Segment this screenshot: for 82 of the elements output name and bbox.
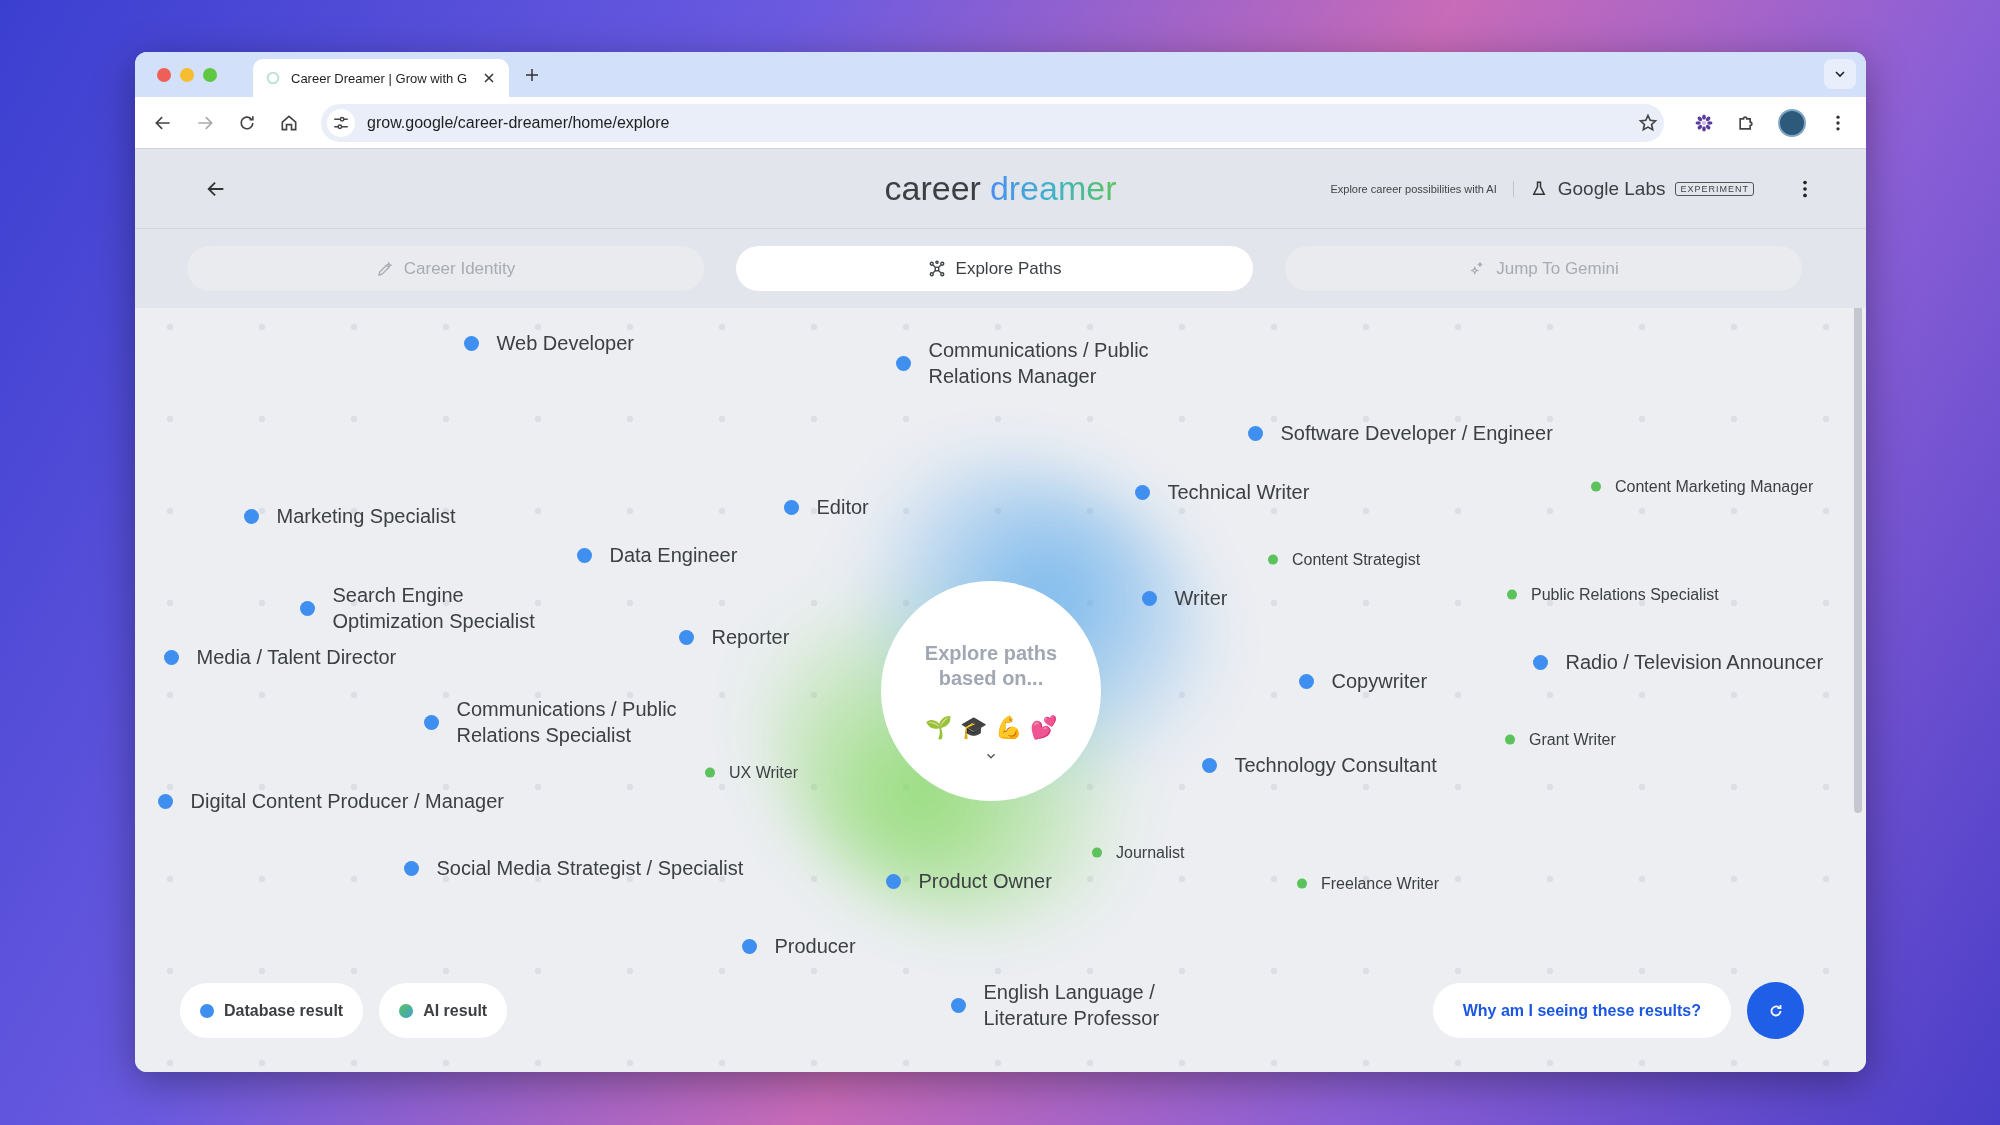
database-dot	[783, 499, 799, 515]
career-path-link[interactable]: Software Developer / Engineer	[1280, 420, 1553, 446]
career-path-link[interactable]: UX Writer	[729, 762, 799, 784]
database-dot	[463, 335, 479, 351]
career-path-link[interactable]: Reporter	[711, 624, 790, 650]
labs-label: Google Labs	[1557, 177, 1666, 200]
logo-text: career	[884, 169, 981, 208]
emoji: 🌱	[925, 715, 952, 741]
ai-dot	[1297, 879, 1307, 889]
database-dot	[299, 600, 315, 616]
career-path-link[interactable]: Data Engineer	[609, 542, 738, 568]
flower-icon[interactable]	[1694, 112, 1714, 133]
ai-dot	[1591, 482, 1601, 492]
avatar[interactable]	[1778, 108, 1806, 137]
ai-dot	[1092, 848, 1102, 858]
career-path-link[interactable]: Freelance Writer	[1321, 873, 1439, 895]
ai-dot	[399, 1003, 414, 1018]
career-path-link[interactable]: Communications / Public Relations Specialist	[456, 696, 697, 748]
tab-icon	[375, 259, 394, 278]
ai-dot	[1268, 555, 1278, 565]
address-bar[interactable]: grow.google/career-dreamer/home/explore	[321, 103, 1664, 142]
career-path-link[interactable]: Writer	[1174, 585, 1228, 611]
tab-search-button[interactable]	[1824, 59, 1856, 89]
ai-dot	[1505, 735, 1515, 745]
legend-label: Database result	[224, 1001, 344, 1020]
loading-circle-icon	[265, 70, 281, 86]
emoji: 💪	[995, 715, 1022, 741]
ai-dot	[1507, 590, 1517, 600]
career-path-link[interactable]: Product Owner	[918, 868, 1052, 894]
database-dot	[423, 714, 439, 730]
database-dot	[1134, 484, 1150, 500]
career-path-link[interactable]: Marketing Specialist	[276, 503, 456, 529]
database-dot	[403, 860, 419, 876]
database-dot	[950, 997, 966, 1013]
database-dot	[576, 547, 592, 563]
tab-title: Career Dreamer | Grow with G	[291, 70, 469, 86]
career-path-link[interactable]: Copywriter	[1331, 668, 1428, 694]
experiment-badge: EXPERIMENT	[1675, 181, 1754, 196]
career-path-link[interactable]: Radio / Television Announcer	[1565, 649, 1824, 675]
emoji: 💕	[1030, 715, 1057, 741]
database-dot	[1532, 654, 1548, 670]
database-dot	[895, 355, 911, 371]
career-path-link[interactable]: Media / Talent Director	[196, 644, 397, 670]
refresh-button[interactable]	[1747, 982, 1804, 1039]
database-dot	[157, 793, 173, 809]
tagline: Explore career possibilities with AI	[1330, 182, 1497, 195]
database-dot	[200, 1003, 214, 1018]
ai-dot	[705, 768, 715, 778]
career-path-link[interactable]: Content Strategist	[1292, 549, 1421, 571]
scrollbar[interactable]	[1854, 308, 1862, 813]
career-path-link[interactable]: Editor	[816, 494, 869, 520]
why-results-button[interactable]: Why am I seeing these results?	[1432, 983, 1731, 1038]
database-dot	[741, 938, 757, 954]
career-path-link[interactable]: Communications / Public Relations Manager	[928, 337, 1169, 389]
career-path-link[interactable]: Grant Writer	[1529, 729, 1616, 751]
url-text: grow.google/career-dreamer/home/explore	[367, 113, 671, 132]
career-path-link[interactable]: Digital Content Producer / Manager	[190, 788, 504, 814]
career-path-link[interactable]: Technical Writer	[1167, 479, 1310, 505]
hub-prompt: Explore paths based on...	[923, 641, 1059, 691]
nav-tab[interactable]: Explore Paths	[736, 246, 1253, 291]
career-path-link[interactable]: Technology Consultant	[1234, 752, 1437, 778]
database-dot	[1298, 673, 1314, 689]
database-dot	[1141, 590, 1157, 606]
database-dot	[678, 629, 694, 645]
database-dot	[885, 873, 901, 889]
database-dot	[163, 649, 179, 665]
database-dot	[1201, 757, 1217, 773]
emoji: 🎓	[960, 715, 987, 741]
career-path-link[interactable]: Web Developer	[496, 330, 634, 356]
career-path-link[interactable]: Producer	[774, 933, 856, 959]
career-path-link[interactable]: Social Media Strategist / Specialist	[436, 855, 744, 881]
browser-tab[interactable]: Career Dreamer | Grow with G	[253, 59, 509, 97]
career-path-link[interactable]: Journalist	[1116, 842, 1185, 864]
tab-icon	[927, 259, 946, 278]
career-path-link[interactable]: English Language / Literature Professor	[983, 979, 1189, 1031]
legend-label: AI result	[423, 1001, 488, 1020]
career-path-link[interactable]: Search Engine Optimization Specialist	[332, 582, 558, 634]
career-path-link[interactable]: Content Marketing Manager	[1615, 476, 1814, 498]
career-path-link[interactable]: Public Relations Specialist	[1531, 584, 1719, 606]
database-dot	[1247, 425, 1263, 441]
star-icon[interactable]	[1638, 112, 1658, 133]
database-dot	[243, 508, 259, 524]
